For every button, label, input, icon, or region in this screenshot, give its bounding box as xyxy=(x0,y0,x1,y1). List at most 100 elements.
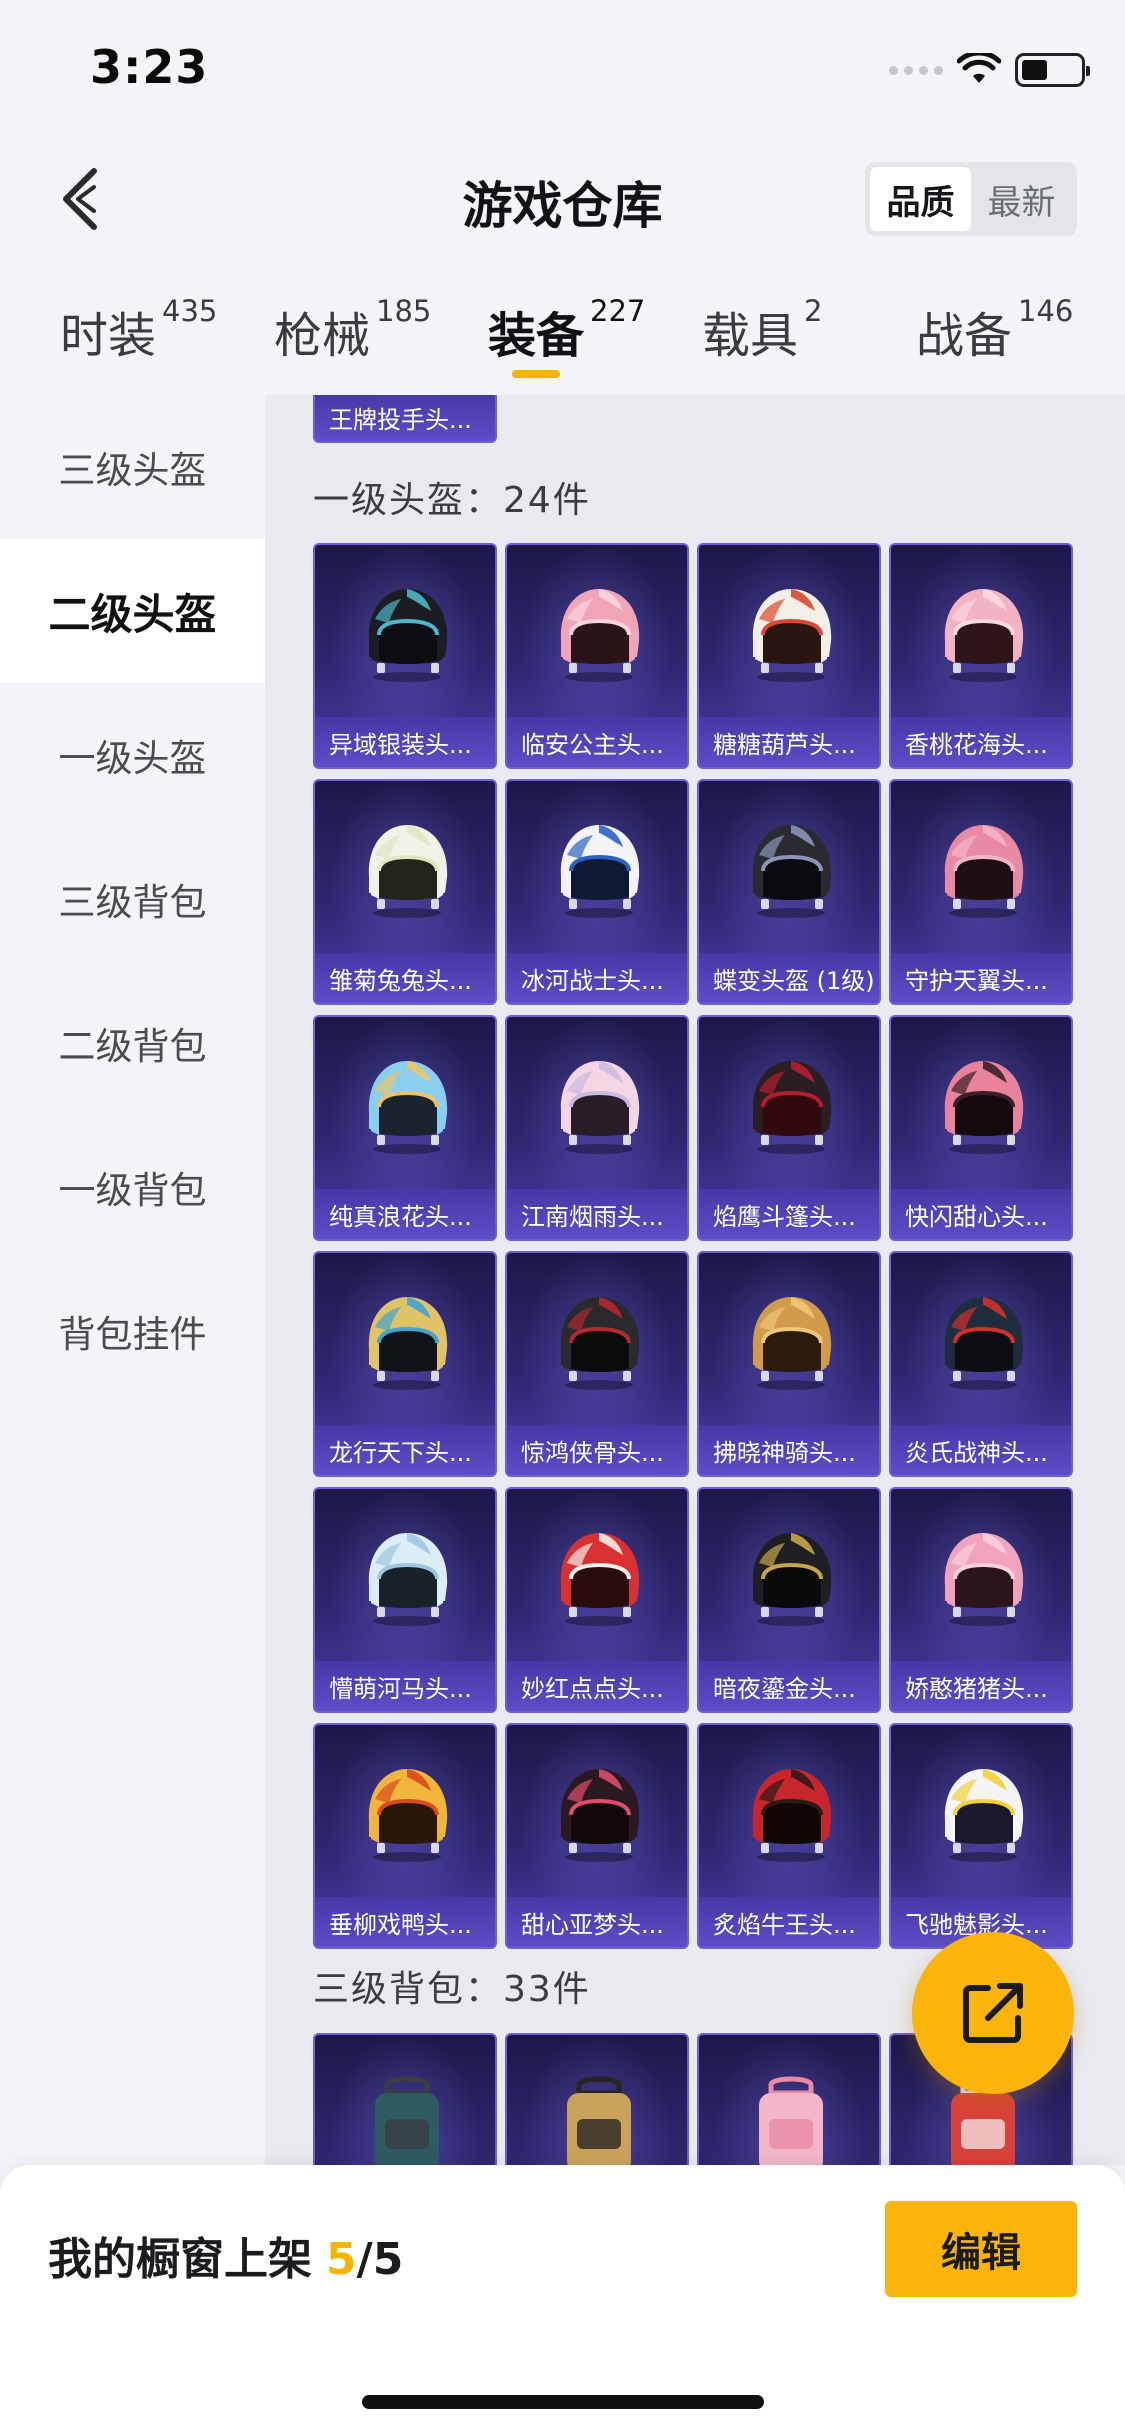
item-name: 雏菊兔兔头... xyxy=(329,966,472,995)
subcategory-sidebar: 三级头盔 二级头盔 一级头盔 三级背包 二级背包 一级背包 背包挂件 xyxy=(0,395,265,2165)
helmet-icon xyxy=(944,1533,1024,1626)
item-name: 蝶变头盔 (1级) xyxy=(713,966,875,995)
tab-label: 枪械 xyxy=(274,308,371,364)
item-name: 糖糖葫芦头... xyxy=(713,730,856,759)
helmet-icon xyxy=(560,589,640,682)
helmet-icon xyxy=(944,825,1024,918)
showcase-separator: / xyxy=(356,2234,373,2285)
item-card[interactable]: 香桃花海头... xyxy=(889,543,1073,769)
helmet-icon xyxy=(944,1061,1024,1154)
item-card[interactable]: 炙焰牛王头... xyxy=(697,1723,881,1949)
item-card[interactable] xyxy=(505,2033,689,2165)
item-card[interactable]: 炎氏战神头... xyxy=(889,1251,1073,1477)
item-card[interactable]: 惊鸿侠骨头... xyxy=(505,1251,689,1477)
helmet-icon xyxy=(368,1061,448,1154)
item-card[interactable]: 冰河战士头... xyxy=(505,779,689,1005)
tab-vehicles[interactable]: 载具 2 xyxy=(702,294,822,366)
sidebar-item-helmet-level3[interactable]: 三级头盔 xyxy=(0,395,265,539)
item-card[interactable]: 雏菊兔兔头... xyxy=(313,779,497,1005)
tab-label: 时装 xyxy=(60,308,157,364)
item-name: 焰鹰斗篷头... xyxy=(713,1202,856,1231)
item-grid-panel[interactable]: 王牌投手头... 一级头盔：24件 异域银装头... 临安公主头... 糖糖葫芦头.… xyxy=(265,395,1125,2165)
item-name: 快闪甜心头... xyxy=(905,1202,1048,1231)
helmet-icon xyxy=(752,825,832,918)
status-icons xyxy=(889,50,1090,90)
share-button[interactable] xyxy=(912,1932,1074,2094)
sort-option-quality[interactable]: 品质 xyxy=(870,167,971,231)
item-card[interactable]: 纯真浪花头... xyxy=(313,1015,497,1241)
tab-label: 装备 xyxy=(488,308,585,364)
item-card[interactable]: 暗夜鎏金头... xyxy=(697,1487,881,1713)
showcase-status: 我的橱窗上架 5 / 5 xyxy=(48,2223,403,2287)
navigation-header: 游戏仓库 品质 最新 xyxy=(0,140,1125,260)
sidebar-item-backpack-charm[interactable]: 背包挂件 xyxy=(0,1259,265,1403)
item-name: 江南烟雨头... xyxy=(521,1202,664,1231)
sidebar-item-helmet-level2[interactable]: 二级头盔 xyxy=(0,539,265,683)
item-card[interactable]: 龙行天下头... xyxy=(313,1251,497,1477)
helmet-icon xyxy=(560,1769,640,1862)
item-card[interactable]: 懵萌河马头... xyxy=(313,1487,497,1713)
item-card[interactable]: 娇憨猪猪头... xyxy=(889,1487,1073,1713)
item-name: 暗夜鎏金头... xyxy=(713,1674,856,1703)
item-name: 临安公主头... xyxy=(521,730,664,759)
backpack-icon xyxy=(375,2076,439,2165)
item-name: 惊鸿侠骨头... xyxy=(521,1438,664,1467)
share-icon xyxy=(963,1983,1023,2043)
item-card[interactable]: 临安公主头... xyxy=(505,543,689,769)
item-name: 龙行天下头... xyxy=(329,1438,472,1467)
item-name: 冰河战士头... xyxy=(521,966,664,995)
item-card[interactable]: 飞驰魅影头... xyxy=(889,1723,1073,1949)
item-card[interactable]: 王牌投手头... xyxy=(313,395,497,443)
item-name: 垂柳戏鸭头... xyxy=(329,1910,472,1939)
showcase-label: 我的橱窗上架 xyxy=(48,2234,312,2285)
item-card[interactable]: 蝶变头盔 (1级) xyxy=(697,779,881,1005)
item-card[interactable]: 江南烟雨头... xyxy=(505,1015,689,1241)
helmet-icon xyxy=(752,1061,832,1154)
sidebar-item-backpack-level2[interactable]: 二级背包 xyxy=(0,971,265,1115)
helmet-icon xyxy=(752,1769,832,1862)
item-card[interactable]: 拂晓神骑头... xyxy=(697,1251,881,1477)
helmet-icon xyxy=(560,825,640,918)
home-indicator[interactable] xyxy=(362,2395,764,2409)
item-card[interactable] xyxy=(697,2033,881,2165)
section-title-helmet-level1: 一级头盔：24件 xyxy=(313,480,591,521)
helmet-icon xyxy=(368,589,448,682)
tab-label: 战备 xyxy=(916,308,1013,364)
tab-equipment[interactable]: 装备 227 xyxy=(488,294,646,366)
helmet-icon xyxy=(944,589,1024,682)
section-title-backpack-level3: 三级背包：33件 xyxy=(313,1969,591,2010)
item-card[interactable]: 妙红点点头... xyxy=(505,1487,689,1713)
helmet-icon xyxy=(944,1297,1024,1390)
helmet-icon xyxy=(752,589,832,682)
helmet-icon xyxy=(752,1533,832,1626)
item-card[interactable]: 糖糖葫芦头... xyxy=(697,543,881,769)
wifi-icon xyxy=(957,53,1001,83)
item-card[interactable]: 快闪甜心头... xyxy=(889,1015,1073,1241)
item-card[interactable]: 守护天翼头... xyxy=(889,779,1073,1005)
sort-option-newest[interactable]: 最新 xyxy=(971,167,1072,231)
backpack-icon xyxy=(567,2076,631,2165)
item-card[interactable]: 异域银装头... xyxy=(313,543,497,769)
tab-count: 227 xyxy=(590,294,646,328)
helmet-icon xyxy=(560,1533,640,1626)
tab-supplies[interactable]: 战备 146 xyxy=(916,294,1073,366)
tab-firearms[interactable]: 枪械 185 xyxy=(274,294,431,366)
cellular-signal-icon xyxy=(889,65,943,75)
helmet-icon xyxy=(368,1297,448,1390)
item-name: 娇憨猪猪头... xyxy=(905,1674,1048,1703)
tab-fashion[interactable]: 时装 435 xyxy=(60,294,218,366)
item-name: 守护天翼头... xyxy=(905,966,1048,995)
sidebar-item-backpack-level1[interactable]: 一级背包 xyxy=(0,1115,265,1259)
item-name: 王牌投手头... xyxy=(329,405,472,434)
item-card[interactable]: 焰鹰斗篷头... xyxy=(697,1015,881,1241)
item-name: 异域银装头... xyxy=(329,730,472,759)
sidebar-item-helmet-level1[interactable]: 一级头盔 xyxy=(0,683,265,827)
showcase-total-count: 5 xyxy=(372,2234,404,2285)
edit-button[interactable]: 编辑 xyxy=(885,2201,1077,2297)
item-card[interactable]: 垂柳戏鸭头... xyxy=(313,1723,497,1949)
tab-count: 435 xyxy=(162,294,218,328)
item-card[interactable] xyxy=(313,2033,497,2165)
sidebar-item-backpack-level3[interactable]: 三级背包 xyxy=(0,827,265,971)
item-card[interactable]: 甜心亚梦头... xyxy=(505,1723,689,1949)
item-name: 拂晓神骑头... xyxy=(713,1438,856,1467)
